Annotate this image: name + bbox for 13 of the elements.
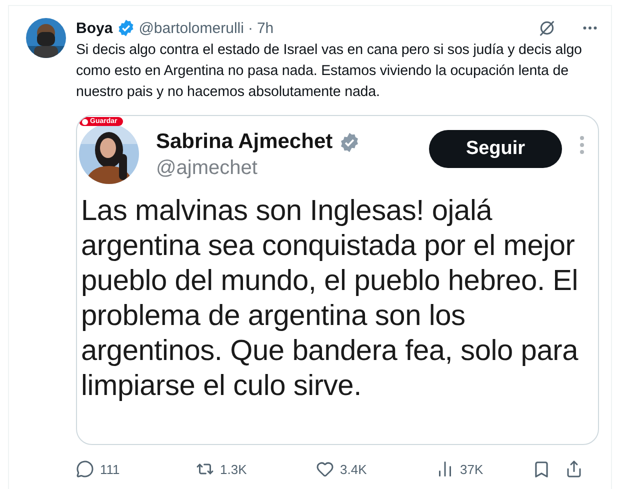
reply-button[interactable]: 111	[76, 460, 196, 478]
follow-button: Seguir	[429, 130, 562, 168]
quoted-author-name: Sabrina Ajmechet	[156, 130, 333, 154]
author-name[interactable]: Boya	[76, 20, 113, 36]
separator: ·	[248, 20, 253, 36]
quoted-author-handle: @ajmechet	[156, 157, 258, 180]
post-time[interactable]: 7h	[256, 20, 274, 36]
quoted-text: Las malvinas son Inglesas! ojalá argentina sea conquistada por el mejor pueblo del mundo, el pueblo hebreo. El problema de argentina son los argentinos. Que bandera fea, solo para limpiarse el culo sirve.	[81, 194, 580, 404]
like-button[interactable]: 3.4K	[316, 460, 436, 478]
views-button[interactable]: 37K	[436, 460, 532, 478]
tweet-text: Si decis algo contra el estado de Israel vas en cana pero si sos judía y decis algo como esto en Argentina no pasa nada. Estamos viviendo la ocupación lenta de nuestro pais y no hacemos absolutamente nada.	[76, 41, 583, 102]
author-handle[interactable]: @bartolomerulli	[138, 20, 244, 36]
repost-button[interactable]: 1.3K	[196, 460, 316, 478]
